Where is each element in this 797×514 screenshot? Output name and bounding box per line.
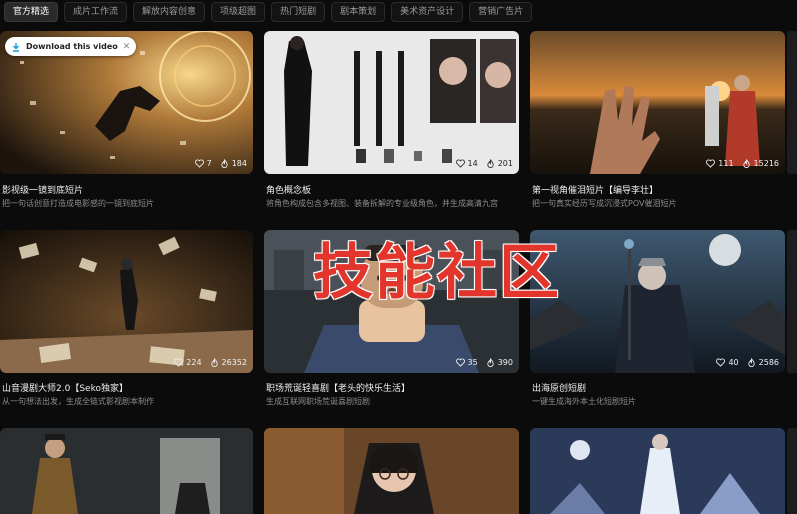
download-icon <box>13 42 19 52</box>
card-thumbnail <box>264 31 519 174</box>
card-stats: 14 201 <box>455 159 513 168</box>
thumbnail-image <box>530 230 785 373</box>
thumbnail-image <box>264 428 519 514</box>
tab-content-ideas[interactable]: 解放内容创意 <box>133 2 206 22</box>
card-description: 把一句真实经历写成沉浸式POV催泪短片 <box>532 199 677 208</box>
views-count: 184 <box>231 159 247 168</box>
download-label: Download this video <box>26 42 118 51</box>
likes-count: 224 <box>186 358 202 367</box>
card-thumbnail <box>530 428 785 514</box>
card-stats: 111 15216 <box>706 159 779 168</box>
card-description: 一键生成海外本土化短剧短片 <box>532 397 636 406</box>
views-count: 390 <box>497 358 513 367</box>
card-title: 第一视角催泪短片【编导李壮】 <box>532 186 659 196</box>
thumbnail-image <box>0 230 253 373</box>
card-thumbnail <box>0 230 253 373</box>
views-count: 26352 <box>221 358 247 367</box>
card-row3-1[interactable] <box>0 428 253 514</box>
flame-icon <box>742 159 750 168</box>
tab-top-images[interactable]: 项级超图 <box>211 2 266 22</box>
card-stats: 224 26352 <box>174 358 247 367</box>
tab-official-picks[interactable]: 官方精选 <box>4 2 59 22</box>
next-card-preview <box>787 31 797 174</box>
heart-icon <box>174 358 184 367</box>
card-character-concept[interactable]: 14 201 角色概念板 将角色构成包含多视图、装备拆解的专业级角色，并生成高清… <box>264 31 519 216</box>
heart-icon <box>455 358 465 367</box>
card-stats: 40 2586 <box>716 358 779 367</box>
views-count: 2586 <box>758 358 779 367</box>
card-title: 山音漫剧大师2.0【Seko独家】 <box>2 384 128 394</box>
heart-icon <box>194 159 204 168</box>
tab-script-planning[interactable]: 剧本策划 <box>331 2 386 22</box>
card-stats: 7 184 <box>194 159 247 168</box>
flame-icon <box>487 358 494 367</box>
likes-count: 40 <box>728 358 739 367</box>
thumbnail-image <box>530 31 785 174</box>
card-one-take-film[interactable]: 7 184 影视级一镜到底短片 把一句话创意打造成电影感的一镜到底短片 <box>0 31 253 216</box>
download-video-button[interactable]: Download this video ✕ <box>5 37 137 56</box>
thumbnail-image <box>0 428 253 514</box>
thumbnail-image <box>530 428 785 514</box>
tab-film-workflow[interactable]: 成片工作流 <box>64 2 128 22</box>
card-thumbnail <box>0 428 253 514</box>
thumbnail-image <box>264 31 519 174</box>
tab-marketing-ads[interactable]: 营销广告片 <box>469 2 533 22</box>
close-icon[interactable]: ✕ <box>123 42 131 52</box>
card-description: 将角色构成包含多视图、装备拆解的专业级角色，并生成高清九宫 <box>266 199 498 208</box>
card-description: 从一句想法出发，生成全链式影视剧本制作 <box>2 397 154 406</box>
heart-icon <box>716 358 726 367</box>
heart-icon <box>455 159 465 168</box>
views-count: 15216 <box>753 159 779 168</box>
next-card-preview <box>787 230 797 373</box>
flame-icon <box>747 358 755 367</box>
likes-count: 7 <box>206 159 212 168</box>
card-thumbnail <box>530 230 785 373</box>
likes-count: 35 <box>467 358 478 367</box>
card-stats: 35 390 <box>455 358 513 367</box>
flame-icon <box>221 159 228 168</box>
overlay-heading: 技能社区 <box>313 238 561 308</box>
card-row3-3[interactable] <box>530 428 785 514</box>
card-pov-tearjerker[interactable]: 111 15216 第一视角催泪短片【编导李壮】 把一句真实经历写成沉浸式POV… <box>530 31 785 216</box>
category-tabs: 官方精选 成片工作流 解放内容创意 项级超图 热门短剧 剧本策划 美术资产设计 … <box>0 0 797 24</box>
card-overseas-drama[interactable]: 40 2586 出海原创短剧 一键生成海外本土化短剧短片 <box>530 230 785 415</box>
card-row3-2[interactable] <box>264 428 519 514</box>
likes-count: 14 <box>467 159 478 168</box>
card-title: 职场荒诞轻喜剧【老头的快乐生活】 <box>266 384 411 394</box>
next-card-preview <box>787 428 797 514</box>
card-description: 把一句话创意打造成电影感的一镜到底短片 <box>2 199 154 208</box>
card-title: 出海原创短剧 <box>532 384 587 394</box>
flame-icon <box>487 159 494 168</box>
tab-hot-short-drama[interactable]: 热门短剧 <box>271 2 326 22</box>
views-count: 201 <box>497 159 513 168</box>
tab-art-asset-design[interactable]: 美术资产设计 <box>391 2 464 22</box>
card-thumbnail <box>530 31 785 174</box>
card-thumbnail <box>264 428 519 514</box>
likes-count: 111 <box>718 159 734 168</box>
card-manga-drama-master[interactable]: 224 26352 山音漫剧大师2.0【Seko独家】 从一句想法出发，生成全链… <box>0 230 253 415</box>
heart-icon <box>706 159 716 168</box>
flame-icon <box>210 358 218 367</box>
card-title: 影视级一镜到底短片 <box>2 186 84 196</box>
card-title: 角色概念板 <box>266 186 312 196</box>
card-description: 生成互联网职场荒诞喜剧短剧 <box>266 397 370 406</box>
